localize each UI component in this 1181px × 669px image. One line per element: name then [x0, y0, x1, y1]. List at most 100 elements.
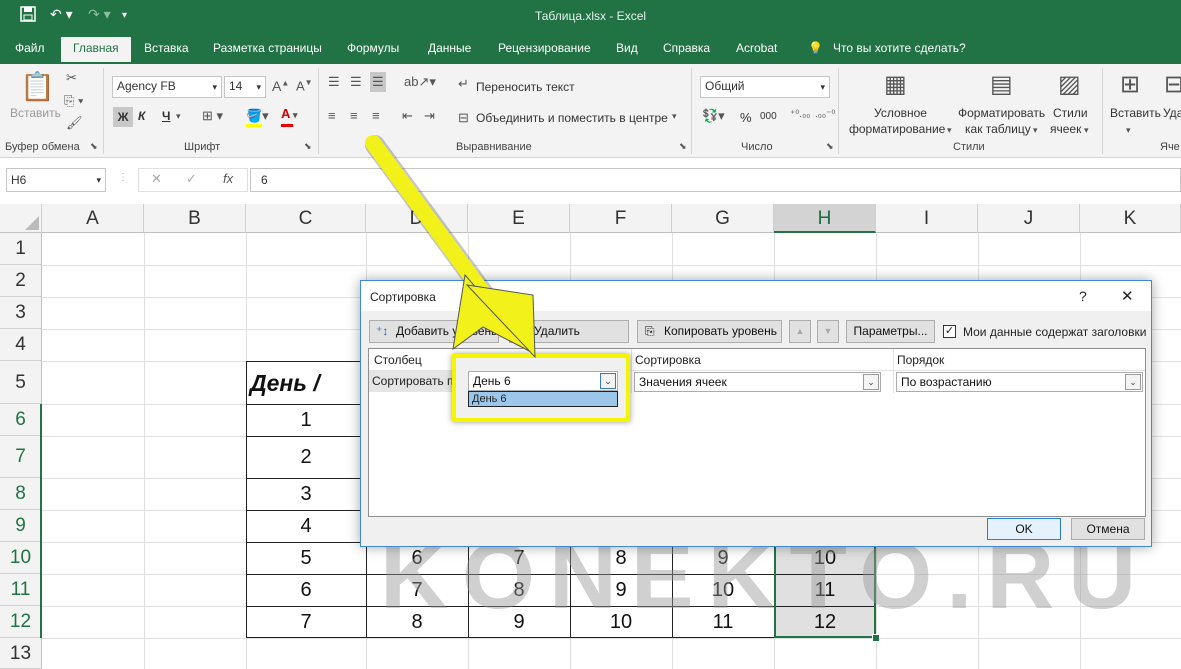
cell-c9[interactable]: 4: [246, 515, 366, 538]
column-header-b[interactable]: B: [144, 204, 246, 233]
row-header-13[interactable]: 13: [0, 638, 42, 669]
conditional-format-icon[interactable]: ▦: [884, 70, 907, 99]
font-name-field[interactable]: Agency FB ▾: [112, 76, 222, 98]
wrap-text-icon[interactable]: ↵: [458, 76, 469, 92]
cell-styles-icon[interactable]: ▨: [1058, 70, 1081, 99]
row-header-6[interactable]: 6: [0, 404, 42, 436]
align-right-icon[interactable]: ≡: [372, 108, 380, 123]
tab-review[interactable]: Рецензирование: [498, 41, 591, 55]
name-box[interactable]: H6 ▾: [6, 168, 106, 192]
enter-icon[interactable]: ✓: [186, 171, 197, 187]
row-header-3[interactable]: 3: [0, 297, 42, 329]
row-header-8[interactable]: 8: [0, 478, 42, 510]
conditional-format-button-line2[interactable]: форматирование: [849, 122, 945, 136]
dialog-launcher-icon[interactable]: ⬊: [90, 141, 98, 152]
copy-icon[interactable]: ⎘ ▾: [64, 93, 83, 109]
dropdown-icon[interactable]: ▾: [1033, 125, 1038, 136]
cancel-icon[interactable]: ✕: [151, 171, 162, 187]
cut-icon[interactable]: ✂: [66, 70, 77, 86]
row-header-11[interactable]: 11: [0, 574, 42, 606]
insert-cells-icon[interactable]: ⊞: [1120, 70, 1140, 99]
cell-c8[interactable]: 3: [246, 483, 366, 506]
cell-styles-button-line2[interactable]: ячеек: [1050, 122, 1081, 136]
cell-c5[interactable]: День /: [250, 370, 320, 397]
dialog-launcher-icon[interactable]: ⬊: [679, 141, 687, 152]
fill-color-icon[interactable]: 🪣▾: [246, 108, 269, 124]
increase-font-icon[interactable]: A▲: [272, 78, 289, 94]
tab-data[interactable]: Данные: [428, 41, 471, 55]
has-headers-checkbox[interactable]: ✓: [943, 325, 956, 338]
format-painter-icon[interactable]: 🖌: [66, 115, 83, 131]
column-header-i[interactable]: I: [876, 204, 978, 233]
cell-c11[interactable]: 6: [246, 579, 366, 602]
decrease-decimal-icon[interactable]: .₀₀⁻⁰: [815, 109, 835, 120]
tab-insert[interactable]: Вставка: [144, 41, 189, 55]
font-color-icon[interactable]: A ▾: [281, 106, 297, 121]
align-bottom-icon[interactable]: ☰: [370, 72, 386, 92]
column-header-a[interactable]: A: [42, 204, 144, 233]
paste-icon[interactable]: 📋: [20, 70, 55, 103]
row-header-4[interactable]: 4: [0, 329, 42, 361]
underline-button[interactable]: Ч: [162, 109, 170, 123]
delete-cells-button[interactable]: Уда: [1163, 106, 1181, 120]
copy-level-button[interactable]: ⎘ Копировать уровень: [637, 320, 782, 343]
decrease-font-icon[interactable]: A▼: [296, 78, 313, 93]
select-all-corner[interactable]: [0, 204, 42, 233]
options-button[interactable]: Параметры...: [846, 320, 935, 343]
move-up-button[interactable]: ▲: [789, 320, 811, 343]
wrap-text-button[interactable]: Переносить текст: [476, 80, 575, 94]
format-as-table-button-line2[interactable]: как таблицу: [965, 122, 1031, 136]
tab-home[interactable]: Главная: [61, 37, 131, 62]
align-middle-icon[interactable]: ☰: [350, 74, 362, 90]
column-header-k[interactable]: K: [1080, 204, 1181, 233]
decrease-indent-icon[interactable]: ⇤: [402, 108, 413, 124]
tab-page-layout[interactable]: Разметка страницы: [213, 41, 322, 55]
column-header-g[interactable]: G: [672, 204, 774, 233]
row-header-10[interactable]: 10: [0, 542, 42, 574]
insert-function-icon[interactable]: fx: [223, 171, 233, 186]
tab-formulas[interactable]: Формулы: [347, 41, 399, 55]
dialog-launcher-icon[interactable]: ⬊: [304, 141, 312, 152]
dropdown-option-day6[interactable]: День 6: [468, 391, 618, 407]
font-size-field[interactable]: 14 ▾: [224, 76, 266, 98]
dropdown-icon[interactable]: ▾: [1126, 125, 1131, 136]
cell-c12[interactable]: 7: [246, 611, 366, 634]
fill-handle[interactable]: [872, 634, 880, 642]
format-as-table-button-line1[interactable]: Форматировать: [958, 106, 1045, 120]
row-header-2[interactable]: 2: [0, 265, 42, 297]
column-header-f[interactable]: F: [570, 204, 672, 233]
format-as-table-icon[interactable]: ▤: [990, 70, 1013, 99]
column-header-j[interactable]: J: [978, 204, 1080, 233]
conditional-format-button-line1[interactable]: Условное: [874, 106, 927, 120]
merge-center-button[interactable]: Объединить и поместить в центре: [476, 111, 668, 125]
cell-c10[interactable]: 5: [246, 547, 366, 570]
currency-icon[interactable]: 💱▾: [702, 108, 725, 124]
paste-button[interactable]: Вставить: [10, 106, 61, 120]
row-header-9[interactable]: 9: [0, 510, 42, 542]
tab-view[interactable]: Вид: [616, 41, 638, 55]
underline-dropdown-icon[interactable]: ▾: [176, 111, 181, 122]
row-header-12[interactable]: 12: [0, 606, 42, 638]
ok-button[interactable]: OK: [987, 518, 1061, 540]
italic-button[interactable]: К: [138, 109, 145, 123]
merge-center-icon[interactable]: ⊟: [458, 110, 469, 126]
sort-on-combo[interactable]: Значения ячеек ⌄: [634, 372, 881, 392]
cancel-button[interactable]: Отмена: [1071, 518, 1145, 540]
move-down-button[interactable]: ▼: [817, 320, 839, 343]
row-header-1[interactable]: 1: [0, 233, 42, 265]
borders-icon[interactable]: ⊞ ▾: [202, 108, 223, 124]
order-combo[interactable]: По возрастанию ⌄: [896, 372, 1143, 392]
bold-button[interactable]: Ж: [113, 107, 133, 127]
cell-c7[interactable]: 2: [246, 446, 366, 469]
tab-acrobat[interactable]: Acrobat: [736, 41, 777, 55]
row-header-7[interactable]: 7: [0, 436, 42, 478]
tab-help[interactable]: Справка: [663, 41, 710, 55]
dropdown-icon[interactable]: ▾: [947, 125, 952, 136]
orientation-icon[interactable]: ab↗▾: [404, 74, 436, 90]
close-button[interactable]: ✕: [1121, 287, 1134, 305]
row-header-5[interactable]: 5: [0, 361, 42, 404]
cell-styles-button-line1[interactable]: Стили: [1053, 106, 1088, 120]
merge-dropdown-icon[interactable]: ▾: [672, 111, 677, 122]
dialog-launcher-icon[interactable]: ⬊: [826, 141, 834, 152]
align-left-icon[interactable]: ≡: [328, 108, 336, 123]
